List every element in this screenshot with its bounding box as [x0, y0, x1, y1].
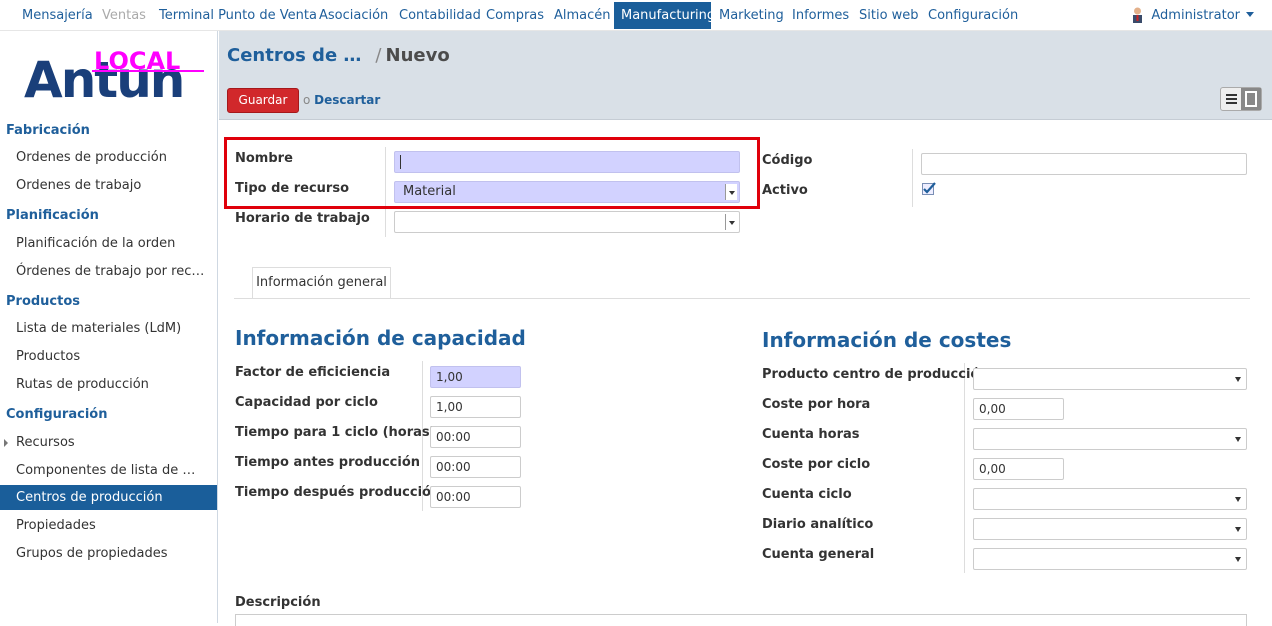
sidebar-item-ordenes-trabajo[interactable]: Ordenes de trabajo — [0, 173, 217, 198]
sidebar-item-grupos-propiedades[interactable]: Grupos de propiedades — [0, 541, 217, 566]
time-after-field[interactable]: 00:00 — [430, 486, 521, 508]
cycle-account-label: Cuenta ciclo — [762, 487, 852, 502]
dropdown-arrow-icon[interactable] — [1235, 497, 1241, 502]
analytic-journal-select[interactable] — [973, 518, 1247, 540]
breadcrumb: Centros de … / Nuevo — [227, 45, 450, 66]
breadcrumb-separator: / — [375, 45, 382, 66]
analytic-journal-label: Diario analítico — [762, 517, 874, 532]
sidebar: Antun LOCAL Fabricación Ordenes de produ… — [0, 31, 218, 623]
sidebar-item-productos[interactable]: Productos — [0, 344, 217, 369]
avatar — [1133, 7, 1143, 23]
form-header: Centros de … / Nuevo Guardar o Descartar — [219, 31, 1272, 120]
menu-marketing[interactable]: Marketing — [712, 2, 791, 29]
hour-account-select[interactable] — [973, 428, 1247, 450]
code-label: Código — [762, 153, 813, 168]
form-view-icon[interactable] — [1241, 88, 1261, 110]
efficiency-field[interactable]: 1,00 — [430, 366, 521, 388]
workcenter-product-label: Producto centro de producción — [762, 367, 989, 382]
active-label: Activo — [762, 183, 808, 198]
section-fabricacion: Fabricación — [6, 123, 90, 138]
general-account-label: Cuenta general — [762, 547, 875, 562]
company-logo: Antun LOCAL — [24, 47, 204, 109]
description-label: Descripción — [235, 595, 321, 610]
menu-sitio-web[interactable]: Sitio web — [852, 2, 926, 29]
tab-baseline — [234, 298, 1250, 299]
costs-section-title: Información de costes — [762, 328, 1012, 352]
expand-triangle-icon[interactable] — [4, 439, 8, 447]
capacity-per-cycle-field[interactable]: 1,00 — [430, 396, 521, 418]
save-button[interactable]: Guardar — [227, 88, 299, 113]
discard-button[interactable]: Descartar — [314, 93, 380, 107]
breadcrumb-parent[interactable]: Centros de … — [227, 45, 361, 66]
dropdown-arrow-icon[interactable] — [1235, 377, 1241, 382]
menu-asociacion[interactable]: Asociación — [312, 2, 395, 29]
label-divider — [912, 149, 913, 207]
time-before-field[interactable]: 00:00 — [430, 456, 521, 478]
sidebar-item-recursos[interactable]: Recursos — [0, 430, 217, 455]
hour-account-label: Cuenta horas — [762, 427, 860, 442]
tab-informacion-general[interactable]: Información general — [252, 267, 391, 299]
menu-mensajeria[interactable]: Mensajería — [15, 2, 100, 29]
top-menu-bar: Mensajería Ventas Terminal Punto de Vent… — [0, 0, 1272, 31]
efficiency-label: Factor de eficiciencia — [235, 365, 391, 380]
capacity-section-title: Información de capacidad — [235, 326, 526, 350]
sidebar-item-ordenes-produccion[interactable]: Ordenes de producción — [0, 145, 217, 170]
cost-per-hour-field[interactable]: 0,00 — [973, 398, 1064, 420]
active-checkbox[interactable] — [922, 182, 936, 196]
general-account-select[interactable] — [973, 548, 1247, 570]
discard-group: o Descartar — [303, 93, 380, 107]
user-name: Administrator — [1151, 8, 1240, 23]
section-productos: Productos — [6, 294, 81, 309]
menu-manufacturing[interactable]: Manufacturing — [614, 2, 715, 29]
view-switcher — [1220, 87, 1262, 111]
form-sheet: Nombre Tipo de recurso Material Horario … — [219, 120, 1272, 626]
menu-configuracion[interactable]: Configuración — [921, 2, 1025, 29]
menu-ventas[interactable]: Ventas — [95, 2, 153, 29]
cost-per-cycle-field[interactable]: 0,00 — [973, 458, 1064, 480]
section-planificacion: Planificación — [6, 208, 99, 223]
sidebar-item-label: Recursos — [16, 435, 75, 450]
cost-per-cycle-label: Coste por ciclo — [762, 457, 871, 472]
time-per-cycle-field[interactable]: 00:00 — [430, 426, 521, 448]
sidebar-item-ordenes-trabajo-recurso[interactable]: Órdenes de trabajo por rec… — [0, 259, 217, 284]
cost-per-hour-label: Coste por hora — [762, 397, 871, 412]
menu-compras[interactable]: Compras — [479, 2, 551, 29]
cycle-account-select[interactable] — [973, 488, 1247, 510]
dropdown-arrow-icon[interactable] — [1235, 557, 1241, 562]
capacity-per-cycle-label: Capacidad por ciclo — [235, 395, 378, 410]
schedule-label: Horario de trabajo — [235, 211, 370, 226]
time-before-label: Tiempo antes producción — [235, 455, 421, 470]
list-view-icon[interactable] — [1221, 88, 1242, 110]
sidebar-item-lista-materiales[interactable]: Lista de materiales (LdM) — [0, 316, 217, 341]
highlight-box — [224, 137, 760, 209]
schedule-select[interactable] — [394, 211, 740, 233]
menu-informes[interactable]: Informes — [785, 2, 856, 29]
dropdown-arrow-icon[interactable] — [1235, 527, 1241, 532]
sidebar-item-planificacion-orden[interactable]: Planificación de la orden — [0, 231, 217, 256]
sidebar-item-componentes-lista[interactable]: Componentes de lista de … — [0, 458, 217, 483]
description-field[interactable] — [235, 614, 1247, 626]
sidebar-item-propiedades[interactable]: Propiedades — [0, 513, 217, 538]
or-text: o — [303, 93, 311, 107]
breadcrumb-current: Nuevo — [385, 45, 450, 66]
dropdown-arrow-icon[interactable] — [1235, 437, 1241, 442]
time-per-cycle-label: Tiempo para 1 ciclo (horas) — [235, 425, 436, 440]
label-divider — [964, 363, 965, 573]
sidebar-item-centros-produccion[interactable]: Centros de producción — [0, 485, 217, 510]
user-menu[interactable]: Administrator — [1130, 2, 1254, 29]
menu-contabilidad[interactable]: Contabilidad — [392, 2, 488, 29]
time-after-label: Tiempo después producción — [235, 485, 441, 500]
section-configuracion: Configuración — [6, 407, 108, 422]
menu-almacen[interactable]: Almacén — [547, 2, 618, 29]
menu-terminal-pos[interactable]: Terminal Punto de Venta — [152, 2, 324, 29]
chevron-down-icon — [1246, 12, 1254, 17]
sidebar-item-rutas-produccion[interactable]: Rutas de producción — [0, 372, 217, 397]
dropdown-arrow-icon[interactable] — [725, 214, 737, 230]
workcenter-product-select[interactable] — [973, 368, 1247, 390]
code-field[interactable] — [921, 153, 1247, 175]
